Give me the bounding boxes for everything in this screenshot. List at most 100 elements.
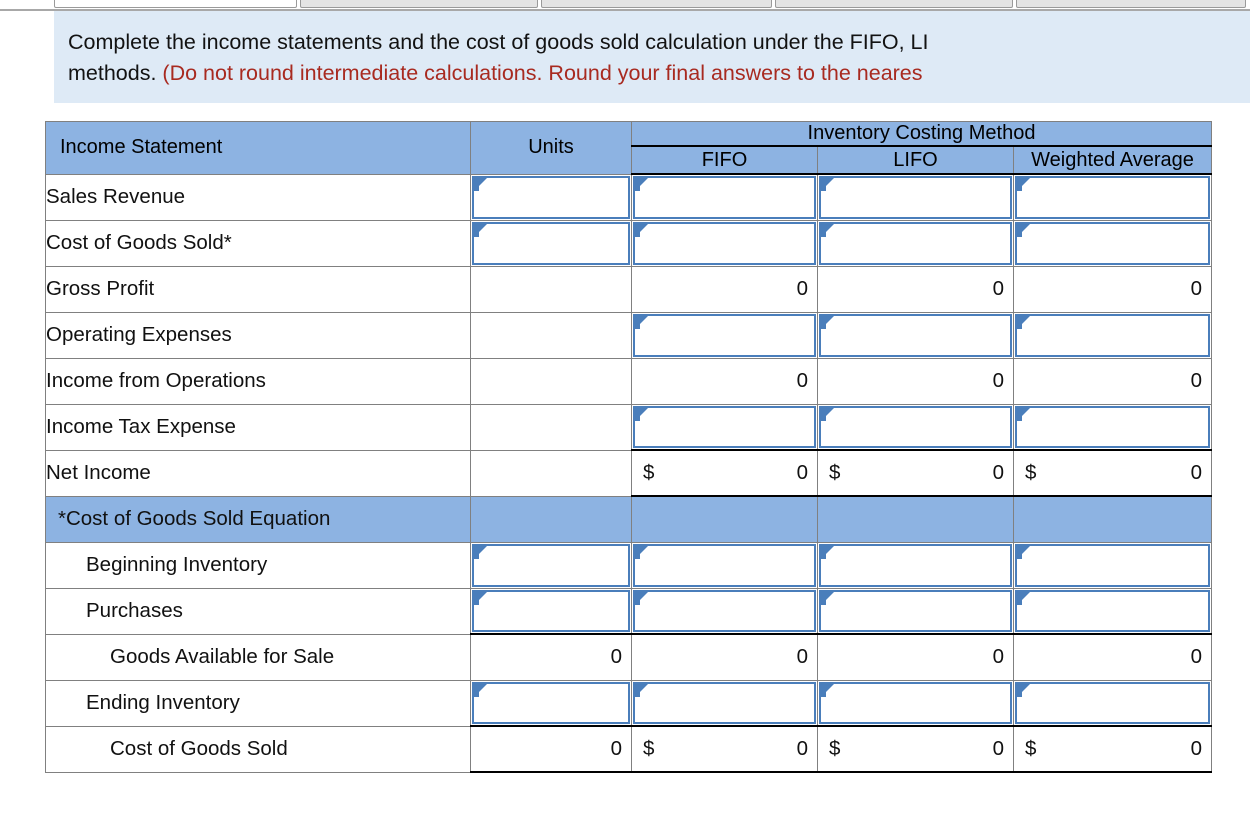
table-body: Sales Revenue Cost of Goods Sold* Gross Pr… (45, 173, 1213, 773)
input-cell-lifo[interactable] (817, 679, 1014, 727)
row-label: Gross Profit (45, 265, 471, 313)
value-cell-lifo: $0 (817, 449, 1014, 497)
cell-input-marker-icon[interactable] (819, 221, 1012, 265)
input-cell-weighted-average[interactable] (1012, 311, 1213, 359)
cell-input-marker-icon[interactable] (819, 589, 1012, 632)
value-cell-fifo: 0 (631, 265, 818, 313)
empty-cell-units (470, 311, 632, 359)
input-cell-units[interactable] (470, 679, 632, 727)
value-cell-units: 0 (470, 633, 632, 681)
cell-value: 0 (1190, 369, 1203, 392)
row-label: Cost of Goods Sold (45, 725, 471, 773)
currency-symbol: $ (829, 737, 841, 760)
currency-symbol: $ (1025, 737, 1037, 760)
input-cell-weighted-average[interactable] (1012, 541, 1213, 589)
cell-input-marker-icon[interactable] (1015, 221, 1211, 265)
input-cell-fifo[interactable] (631, 679, 818, 727)
input-cell-lifo[interactable] (817, 173, 1014, 221)
input-cell-weighted-average[interactable] (1012, 679, 1213, 727)
instruction-line-2: methods. (Do not round intermediate calc… (68, 58, 1250, 89)
cell-input-marker-icon[interactable] (633, 221, 816, 265)
instruction-banner: Complete the income statements and the c… (54, 11, 1250, 103)
input-cell-weighted-average[interactable] (1012, 403, 1213, 451)
cell-input-marker-icon[interactable] (1015, 589, 1211, 632)
table-row: Purchases (45, 587, 1213, 635)
value-cell-lifo: $0 (817, 725, 1014, 773)
empty-cell-units (470, 357, 632, 405)
row-label: Goods Available for Sale (45, 633, 471, 681)
table-row: Cost of Goods Sold* (45, 219, 1213, 267)
row-label: Sales Revenue (45, 173, 471, 221)
empty-cell-units (470, 449, 632, 497)
cell-input-marker-icon[interactable] (819, 543, 1012, 587)
cell-input-marker-icon[interactable] (472, 543, 630, 587)
toolbar-segment[interactable] (541, 0, 772, 8)
input-cell-fifo[interactable] (631, 311, 818, 359)
cell-input-marker-icon[interactable] (1015, 313, 1211, 357)
toolbar-segment[interactable] (54, 0, 297, 8)
header-units: Units (470, 121, 632, 175)
row-label: Purchases (45, 587, 471, 635)
cell-input-marker-icon[interactable] (1015, 176, 1211, 219)
input-cell-fifo[interactable] (631, 173, 818, 221)
table-row: Income Tax Expense (45, 403, 1213, 451)
toolbar-segment[interactable] (1016, 0, 1246, 8)
table-row: Gross Profit 0 0 0 (45, 265, 1213, 313)
cell-input-marker-icon[interactable] (819, 681, 1012, 724)
header-row-group: Income Statement Units Inventory Costing… (45, 121, 1213, 175)
table-row: Cost of Goods Sold 0 $0 $0 $0 (45, 725, 1213, 773)
input-cell-units[interactable] (470, 173, 632, 221)
value-cell-fifo: $0 (631, 449, 818, 497)
input-cell-lifo[interactable] (817, 587, 1014, 635)
cell-input-marker-icon[interactable] (819, 176, 1012, 219)
cell-input-marker-icon[interactable] (472, 221, 630, 265)
input-cell-weighted-average[interactable] (1012, 219, 1213, 267)
input-cell-weighted-average[interactable] (1012, 173, 1213, 221)
input-cell-lifo[interactable] (817, 219, 1014, 267)
input-cell-units[interactable] (470, 587, 632, 635)
empty-cell-units (470, 265, 632, 313)
toolbar-segment[interactable] (300, 0, 538, 8)
cell-value: 0 (992, 737, 1004, 760)
input-cell-lifo[interactable] (817, 403, 1014, 451)
row-label: Ending Inventory (45, 679, 471, 727)
input-cell-fifo[interactable] (631, 587, 818, 635)
value-cell-lifo: 0 (817, 265, 1014, 313)
cell-input-marker-icon[interactable] (633, 405, 816, 448)
header-income-statement: Income Statement (45, 121, 471, 175)
value-cell-weighted-average: 0 (1012, 265, 1213, 313)
value-cell-units: 0 (470, 725, 632, 773)
cell-input-marker-icon[interactable] (1015, 405, 1211, 448)
section-header-label: *Cost of Goods Sold Equation (45, 495, 471, 543)
input-cell-units[interactable] (470, 219, 632, 267)
cell-input-marker-icon[interactable] (633, 681, 816, 724)
input-cell-fifo[interactable] (631, 403, 818, 451)
cell-input-marker-icon[interactable] (472, 175, 630, 219)
cell-input-marker-icon[interactable] (472, 681, 630, 724)
cell-input-marker-icon[interactable] (1015, 681, 1211, 724)
cell-input-marker-icon[interactable] (1015, 543, 1211, 587)
cell-input-marker-icon[interactable] (633, 313, 816, 357)
cell-input-marker-icon[interactable] (472, 589, 630, 632)
section-fill-lifo (817, 495, 1014, 543)
input-cell-fifo[interactable] (631, 541, 818, 589)
toolbar-segment[interactable] (775, 0, 1013, 8)
cell-input-marker-icon[interactable] (819, 405, 1012, 448)
cell-value: 0 (796, 645, 808, 669)
row-label: Income from Operations (45, 357, 471, 405)
input-cell-lifo[interactable] (817, 311, 1014, 359)
input-cell-weighted-average[interactable] (1012, 587, 1213, 635)
row-label: Income Tax Expense (45, 403, 471, 451)
header-lifo: LIFO (817, 145, 1014, 175)
input-cell-units[interactable] (470, 541, 632, 589)
cell-input-marker-icon[interactable] (633, 176, 816, 219)
row-label: Beginning Inventory (45, 541, 471, 589)
table-row: Income from Operations 0 0 0 (45, 357, 1213, 405)
cell-value: 0 (796, 461, 808, 484)
input-cell-lifo[interactable] (817, 541, 1014, 589)
input-cell-fifo[interactable] (631, 219, 818, 267)
cell-input-marker-icon[interactable] (819, 313, 1012, 357)
cell-input-marker-icon[interactable] (633, 543, 816, 587)
cell-input-marker-icon[interactable] (633, 589, 816, 632)
cell-value: 0 (796, 277, 808, 300)
